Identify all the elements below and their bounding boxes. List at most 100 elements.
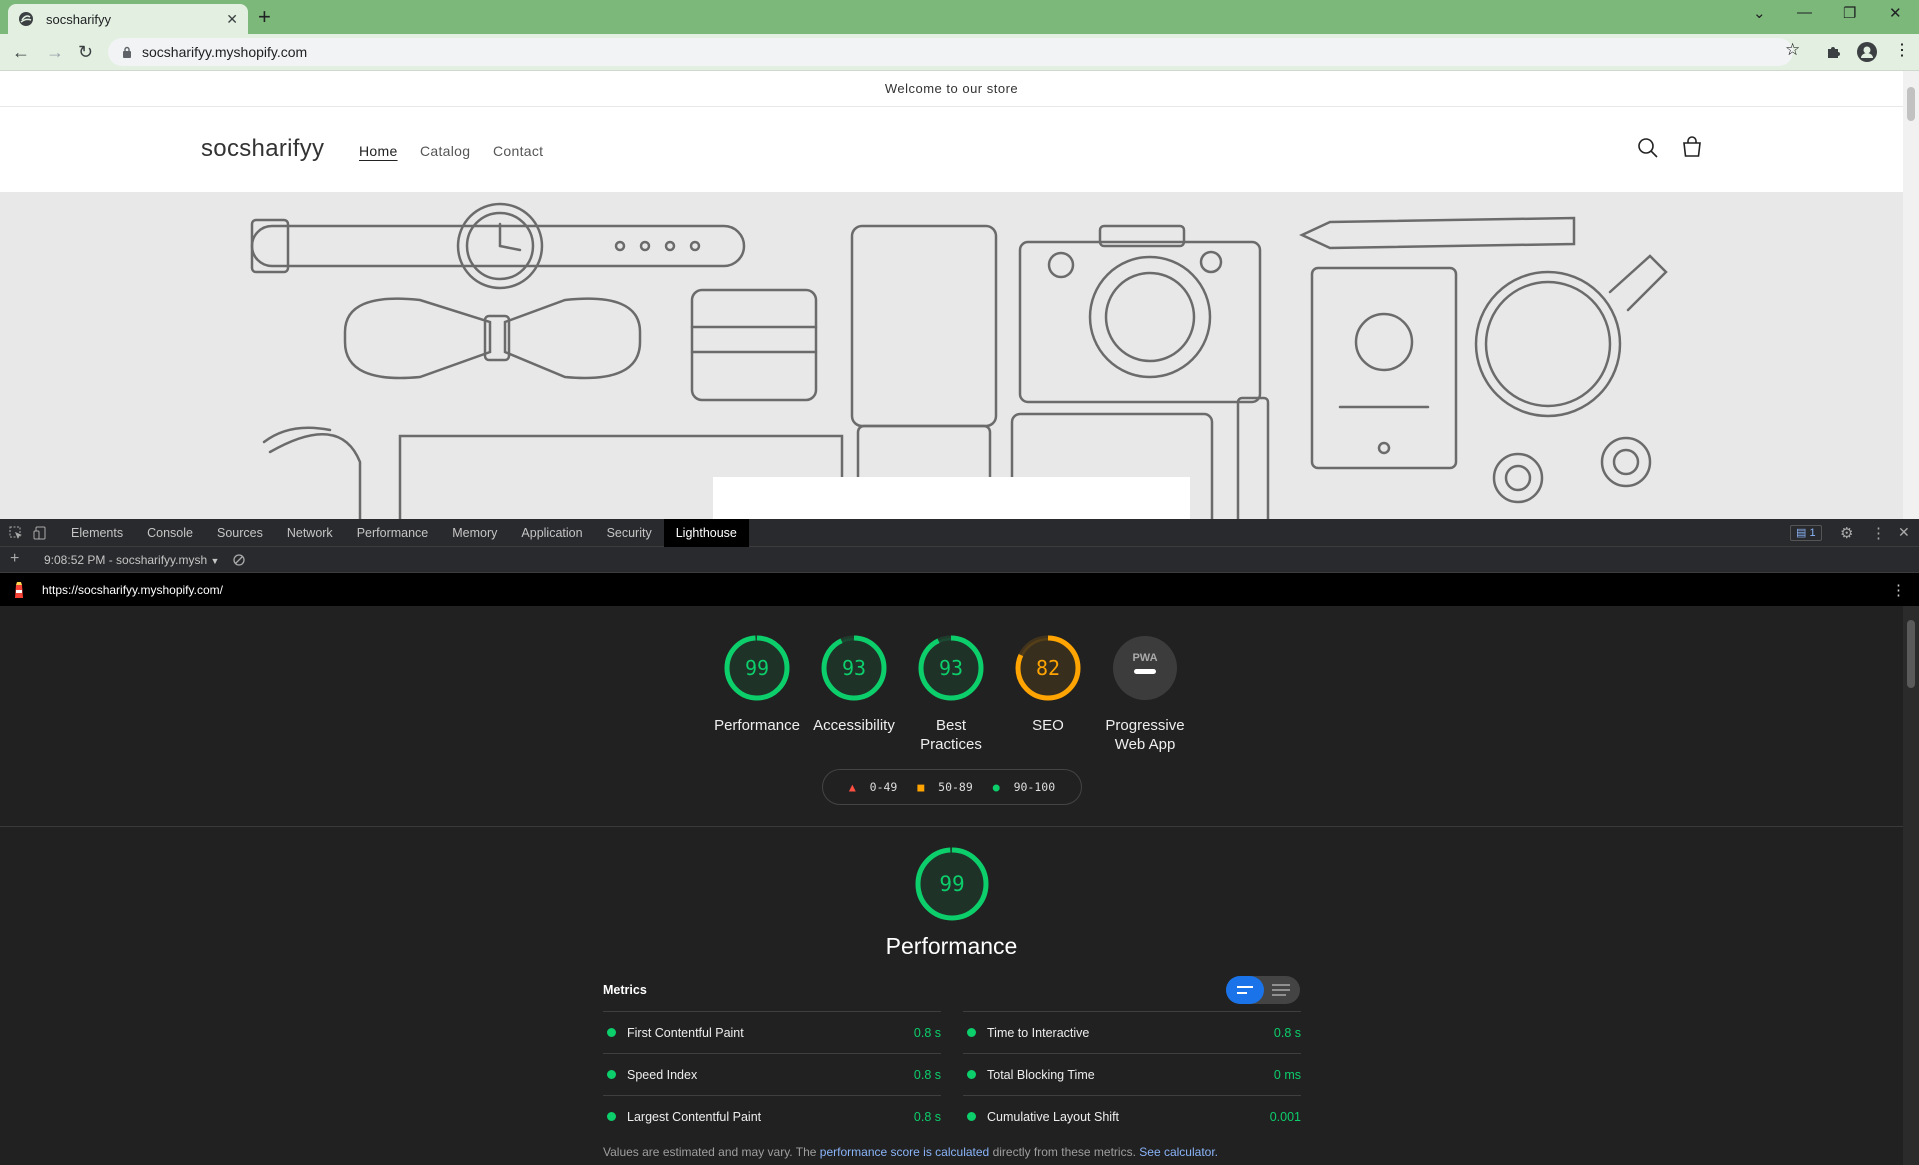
- performance-section-gauge: 99: [914, 846, 990, 922]
- report-selector[interactable]: 9:08:52 PM - socsharifyy.mysh ▼: [44, 553, 219, 567]
- tab-search-icon[interactable]: ⌄: [1753, 4, 1766, 22]
- lighthouse-logo-icon: [15, 581, 23, 598]
- browser-menu-icon[interactable]: ⋮: [1894, 40, 1910, 60]
- metric-row: Speed Index 0.8 s: [603, 1053, 941, 1095]
- store-logo[interactable]: socsharifyy: [201, 135, 324, 163]
- metric-name: Cumulative Layout Shift: [987, 1109, 1120, 1124]
- metric-row: First Contentful Paint 0.8 s: [603, 1011, 941, 1053]
- score-calculated-link[interactable]: performance score is calculated: [820, 1145, 989, 1159]
- pass-dot-icon: [967, 1028, 976, 1037]
- lighthouse-report: 99 Performance 93 Accessibility 93 Best …: [0, 606, 1903, 1165]
- devtools-tab-memory[interactable]: Memory: [440, 519, 509, 547]
- devtools-tab-lighthouse[interactable]: Lighthouse: [663, 518, 749, 547]
- report-selector-value: 9:08:52 PM - socsharifyy.mysh: [44, 553, 208, 567]
- devtools-close-icon[interactable]: ✕: [1898, 524, 1910, 541]
- browser-tab-strip: socsharifyy ✕ + ⌄ — ❐ ✕: [0, 0, 1919, 34]
- new-report-icon[interactable]: +: [10, 550, 19, 568]
- gauge-score: 93: [939, 656, 963, 680]
- profile-avatar-icon[interactable]: [1857, 42, 1877, 62]
- website-viewport: Welcome to our store socsharifyy Home Ca…: [0, 71, 1903, 519]
- lighthouse-url-bar: https://socsharifyy.myshopify.com/ ⋮: [0, 573, 1919, 606]
- metric-value: 0.8 s: [913, 1109, 941, 1124]
- reload-icon[interactable]: ↻: [78, 42, 93, 62]
- devtools-tab-performance[interactable]: Performance: [345, 519, 441, 547]
- gauge-pwa[interactable]: PWA Progressive Web App: [1097, 634, 1193, 754]
- section-divider: [0, 826, 1903, 827]
- gauge-label: Performance: [714, 717, 800, 734]
- metric-name: First Contentful Paint: [627, 1025, 744, 1040]
- legend-fail: ▲ 0-49: [848, 780, 898, 794]
- expanded-lines-icon[interactable]: [1272, 984, 1290, 996]
- devtools-settings-icon[interactable]: ⚙: [1840, 524, 1853, 542]
- page-scrollbar[interactable]: [1903, 71, 1919, 519]
- cart-icon[interactable]: [1681, 136, 1703, 158]
- report-scrollbar[interactable]: [1903, 606, 1919, 1165]
- lock-icon: [123, 46, 131, 58]
- search-icon[interactable]: [1637, 137, 1659, 159]
- devtools-tab-network[interactable]: Network: [275, 519, 345, 547]
- gauge-accessibility[interactable]: 93 Accessibility: [806, 634, 902, 735]
- metrics-heading: Metrics: [603, 983, 647, 997]
- pass-dot-icon: [967, 1070, 976, 1079]
- performance-title: Performance: [885, 933, 1018, 959]
- metric-value: 0.8 s: [1273, 1025, 1301, 1040]
- gauge-best-practices[interactable]: 93 Best Practices: [903, 634, 999, 754]
- circle-icon: ●: [992, 780, 1000, 794]
- gauge-ring: 82: [1015, 635, 1081, 701]
- new-tab-icon[interactable]: +: [258, 5, 271, 29]
- extensions-icon[interactable]: [1826, 43, 1842, 59]
- clear-reports-icon[interactable]: [233, 554, 245, 566]
- address-bar[interactable]: socsharifyy.myshopify.com: [108, 38, 1793, 66]
- devtools-tab-sources[interactable]: Sources: [205, 519, 275, 547]
- devtools-menu-icon[interactable]: ⋮: [1871, 524, 1886, 542]
- metric-row: Largest Contentful Paint 0.8 s: [603, 1095, 941, 1137]
- metric-row: Time to Interactive 0.8 s: [963, 1011, 1301, 1053]
- gauge-label: Progressive Web App: [1105, 717, 1185, 753]
- compact-view-button[interactable]: [1226, 976, 1264, 1004]
- bookmark-star-icon[interactable]: ☆: [1785, 40, 1800, 60]
- gauge-performance[interactable]: 99 Performance: [709, 634, 805, 735]
- minimize-icon[interactable]: —: [1797, 4, 1812, 21]
- metric-row: Total Blocking Time 0 ms: [963, 1053, 1301, 1095]
- browser-tab[interactable]: socsharifyy ✕: [8, 4, 248, 34]
- gauge-label: SEO: [1032, 717, 1064, 734]
- device-toolbar-icon[interactable]: [33, 526, 47, 540]
- report-url[interactable]: https://socsharifyy.myshopify.com/: [42, 583, 223, 597]
- issues-badge[interactable]: ▤ 1: [1790, 525, 1822, 541]
- devtools-tab-application[interactable]: Application: [509, 519, 594, 547]
- performance-score: 99: [939, 872, 964, 896]
- metric-name: Speed Index: [627, 1067, 698, 1082]
- gauge-score: 99: [745, 656, 769, 680]
- pass-dot-icon: [607, 1112, 616, 1121]
- announcement-bar: Welcome to our store: [0, 71, 1903, 107]
- gauge-seo[interactable]: 82 SEO: [1000, 634, 1096, 735]
- browser-toolbar: ← → ↻ socsharifyy.myshopify.com ☆ ⋮: [0, 34, 1919, 71]
- devtools-tab-console[interactable]: Console: [135, 519, 205, 547]
- metrics-view-toggle[interactable]: [1226, 976, 1300, 1004]
- square-icon: ■: [917, 780, 925, 794]
- legend-average: ■ 50-89: [917, 780, 973, 794]
- devtools-tab-elements[interactable]: Elements: [59, 519, 135, 547]
- metric-value: 0.001: [1269, 1109, 1301, 1124]
- back-icon[interactable]: ←: [12, 42, 30, 62]
- gauge-score: 93: [842, 656, 866, 680]
- devtools-tab-security[interactable]: Security: [595, 519, 664, 547]
- report-menu-icon[interactable]: ⋮: [1891, 581, 1906, 599]
- nav-catalog[interactable]: Catalog: [420, 143, 470, 159]
- see-calculator-link[interactable]: See calculator.: [1139, 1145, 1218, 1159]
- metrics-footnote: Values are estimated and may vary. The p…: [603, 1145, 1218, 1159]
- site-header: socsharifyy Home Catalog Contact: [0, 107, 1903, 191]
- close-window-icon[interactable]: ✕: [1889, 4, 1902, 22]
- pwa-badge-text: PWA: [1132, 652, 1157, 664]
- forward-icon[interactable]: →: [46, 42, 64, 62]
- gauge-label: Accessibility: [813, 717, 895, 734]
- nav-contact[interactable]: Contact: [493, 143, 543, 159]
- restore-icon[interactable]: ❐: [1843, 4, 1856, 22]
- hero-banner-image: [0, 192, 1903, 519]
- nav-home[interactable]: Home: [359, 143, 398, 159]
- issues-count: 1: [1809, 527, 1816, 539]
- close-tab-icon[interactable]: ✕: [226, 11, 238, 28]
- metric-row: Cumulative Layout Shift 0.001: [963, 1095, 1301, 1137]
- metric-name: Largest Contentful Paint: [627, 1109, 762, 1124]
- inspect-element-icon[interactable]: [9, 526, 23, 540]
